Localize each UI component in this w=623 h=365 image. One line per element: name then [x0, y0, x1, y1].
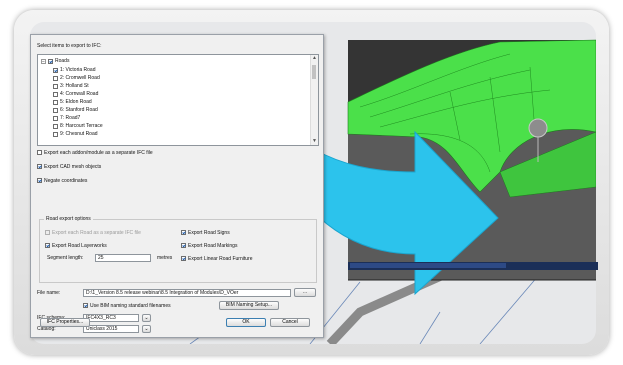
tree-root-label: Roads — [55, 58, 70, 64]
road-checkbox[interactable] — [53, 67, 58, 73]
tree-item[interactable]: 4: Cornwall Road — [53, 90, 98, 98]
road-checkbox[interactable] — [53, 123, 58, 129]
road-checkbox[interactable] — [53, 107, 58, 113]
ifc-properties-button[interactable]: IFC Properties... — [40, 318, 90, 327]
bim-naming-checkbox[interactable] — [83, 303, 88, 308]
taskbar-item[interactable] — [394, 263, 438, 268]
ifc-schema-select[interactable]: IFC4X3_RC3 — [83, 314, 139, 322]
each-road-checkbox[interactable] — [45, 230, 50, 235]
tree-item-label: 1: Victoria Road — [60, 67, 96, 73]
road-checkbox[interactable] — [53, 91, 58, 97]
dialog-heading: Select items to export to IFC: — [37, 43, 102, 49]
road-checkbox[interactable] — [53, 99, 58, 105]
road-export-title: Road export options — [44, 216, 93, 222]
tree-item[interactable]: 1: Victoria Road — [53, 66, 95, 74]
road-layerworks-checkbox[interactable] — [45, 243, 50, 248]
roads-checkbox[interactable] — [48, 58, 53, 64]
tree-item-label: 7: Road7 — [60, 115, 81, 121]
browse-button[interactable]: … — [294, 288, 316, 297]
linear-furniture-label: Export Linear Road Furniture — [188, 255, 253, 262]
bim-naming-label: Use BIM naming standard filenames — [90, 302, 171, 309]
tree-item[interactable]: 6: Stanford Road — [53, 106, 98, 114]
road-markings-option[interactable]: Export Road Markings — [181, 242, 237, 249]
cancel-button[interactable]: Cancel — [270, 318, 310, 327]
bim-naming-option[interactable]: Use BIM naming standard filenames — [83, 302, 171, 309]
road-markings-label: Export Road Markings — [188, 242, 238, 249]
each-road-label: Export each Road as a separate IFC file — [52, 229, 141, 236]
road-signs-label: Export Road Signs — [188, 229, 230, 236]
bim-naming-setup-button[interactable]: BIM Naming Setup... — [219, 301, 279, 310]
tree-item-label: 4: Cornwall Road — [60, 91, 99, 97]
road-layerworks-label: Export Road Layerworks — [52, 242, 107, 249]
scroll-down-icon[interactable]: ▼ — [311, 138, 318, 145]
linear-furniture-checkbox[interactable] — [181, 256, 186, 261]
road-layerworks-option[interactable]: Export Road Layerworks — [45, 242, 107, 249]
catalog-dropdown-icon[interactable]: ⌄ — [142, 325, 151, 333]
road-signs-option[interactable]: Export Road Signs — [181, 229, 230, 236]
tree-item-label: 8: Harcourt Terrace — [60, 123, 103, 129]
segment-length-label: Segment length: — [47, 255, 84, 261]
tree-root[interactable]: − Roads — [41, 57, 69, 65]
tree-item-label: 3: Holland St — [60, 83, 89, 89]
road-checkbox[interactable] — [53, 115, 58, 121]
cad-mesh-option[interactable]: Export CAD mesh objects — [37, 163, 101, 170]
schema-dropdown-icon[interactable]: ⌄ — [142, 314, 151, 322]
taskbar-item[interactable] — [438, 263, 482, 268]
negate-label: Negate coordinates — [44, 177, 88, 184]
negate-coordinates-option[interactable]: Negate coordinates — [37, 177, 87, 184]
separate-ifc-option[interactable]: Export each addon/module as a separate I… — [37, 149, 153, 156]
negate-checkbox[interactable] — [37, 178, 42, 183]
file-name-input[interactable]: D:\1_Version 8.5 release webinar\8.5 Int… — [83, 289, 291, 297]
road-markings-checkbox[interactable] — [181, 243, 186, 248]
tree-item[interactable]: 8: Harcourt Terrace — [53, 122, 103, 130]
road-checkbox[interactable] — [53, 131, 58, 137]
scroll-thumb[interactable] — [312, 65, 316, 79]
road-signs-checkbox[interactable] — [181, 230, 186, 235]
ok-button[interactable]: OK — [226, 318, 266, 327]
segment-length-input[interactable]: 25 — [95, 254, 151, 262]
file-name-label: File name: — [37, 290, 61, 296]
tree-item[interactable]: 9: Chesnut Road — [53, 130, 98, 138]
taskbar-item[interactable] — [350, 263, 394, 268]
tree-item-label: 9: Chesnut Road — [60, 131, 98, 137]
each-road-option[interactable]: Export each Road as a separate IFC file — [45, 229, 141, 236]
tree-item-label: 5: Eldon Road — [60, 99, 92, 105]
roundabout-sign — [528, 118, 548, 138]
road-checkbox[interactable] — [53, 75, 58, 81]
tree-item[interactable]: 7: Road7 — [53, 114, 80, 122]
tree-item-label: 6: Stanford Road — [60, 107, 98, 113]
scroll-up-icon[interactable]: ▲ — [311, 55, 318, 62]
plan-road-grey — [326, 267, 452, 344]
segment-length-unit: metres — [157, 255, 173, 261]
separate-ifc-label: Export each addon/module as a separate I… — [44, 149, 153, 156]
cad-mesh-label: Export CAD mesh objects — [44, 163, 102, 170]
tree-item[interactable]: 2: Cromwell Road — [53, 74, 100, 82]
separate-ifc-checkbox[interactable] — [37, 150, 42, 155]
tree-item-label: 2: Cromwell Road — [60, 75, 100, 81]
ifc-export-dialog: Select items to export to IFC: − Roads 1… — [30, 34, 324, 338]
road-checkbox[interactable] — [53, 83, 58, 89]
tree-scrollbar[interactable]: ▲ ▼ — [310, 55, 318, 145]
collapse-icon[interactable]: − — [41, 58, 46, 64]
catalog-select[interactable]: Uniclass 2015 — [83, 325, 139, 333]
taskbar — [348, 262, 598, 270]
road-tree[interactable]: − Roads 1: Victoria Road 2: Cromwell Roa… — [37, 54, 319, 146]
taskbar-item[interactable] — [482, 263, 506, 268]
linear-furniture-option[interactable]: Export Linear Road Furniture — [181, 255, 252, 262]
tree-item[interactable]: 3: Holland St — [53, 82, 89, 90]
tree-item[interactable]: 5: Eldon Road — [53, 98, 92, 106]
cad-mesh-checkbox[interactable] — [37, 164, 42, 169]
